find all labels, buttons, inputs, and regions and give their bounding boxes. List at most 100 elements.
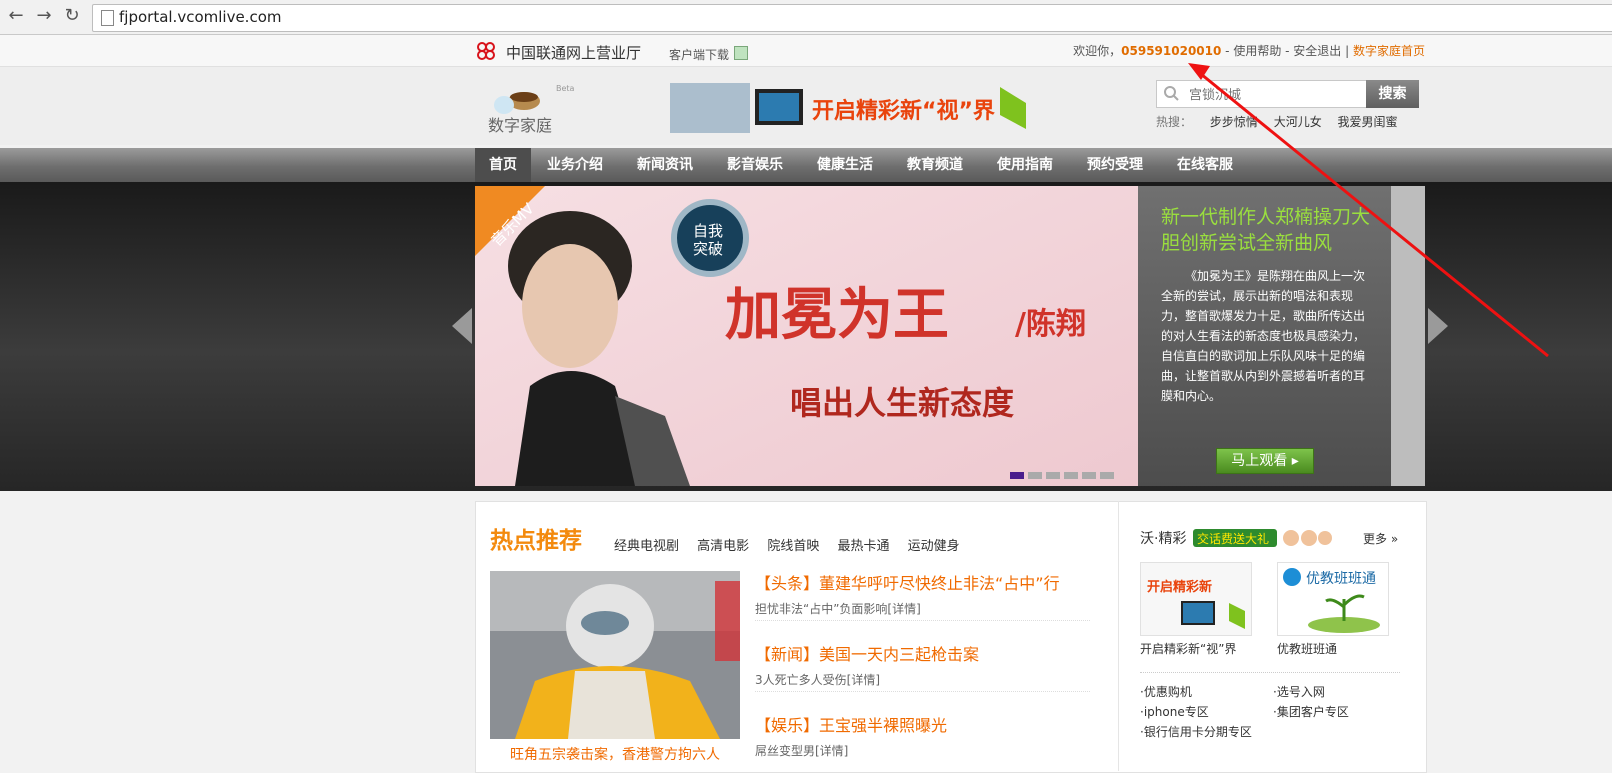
forward-icon[interactable]: →	[34, 6, 54, 26]
user-welcome: 欢迎你，059591020010 - 使用帮助 - 安全退出 | 数字家庭首页	[1073, 42, 1425, 59]
news-summary[interactable]: 3人死亡多人受伤[详情]	[755, 671, 1105, 688]
news-title[interactable]: 【娱乐】王宝强半裸照曝光	[755, 712, 1105, 736]
service-link[interactable]: ·iphone专区	[1140, 702, 1252, 722]
thumb-logo-text: 优教班班通	[1306, 571, 1376, 587]
watch-now-button[interactable]: 马上观看 ▸	[1216, 448, 1314, 474]
top-strip: 中国联通网上营业厅 客户端下载 欢迎你，059591020010 - 使用帮助 …	[0, 35, 1612, 67]
hot-tabs: 经典电视剧 高清电影 院线首映 最热卡通 运动健身	[614, 535, 974, 554]
hot-search: 热搜： 步步惊情 大河儿女 我爱男闺蜜	[1156, 113, 1410, 130]
promo-badge-text: 交话费送大礼	[1197, 531, 1269, 546]
service-links-left: ·优惠购机 ·iphone专区 ·银行信用卡分期专区	[1140, 682, 1252, 742]
digital-home-link[interactable]: 数字家庭首页	[1353, 44, 1425, 58]
nav-item-guide[interactable]: 使用指南	[997, 148, 1053, 182]
svg-text:自我: 自我	[693, 222, 723, 240]
news-summary[interactable]: 担忧非法“占中”负面影响[详情]	[755, 600, 1105, 617]
slide-dot[interactable]	[1064, 472, 1078, 479]
address-bar[interactable]: fjportal.vcomlive.com	[92, 4, 1612, 32]
main-nav: 首页 业务介绍 新闻资讯 影音娱乐 健康生活 教育频道 使用指南 预约受理 在线…	[0, 148, 1612, 182]
nav-item-home[interactable]: 首页	[475, 148, 531, 182]
news-summary[interactable]: 屌丝变型男[详情]	[755, 742, 1105, 759]
nav-item-entertainment[interactable]: 影音娱乐	[727, 148, 783, 182]
nav-item-booking[interactable]: 预约受理	[1087, 148, 1143, 182]
unicom-logo-icon	[477, 42, 495, 60]
nav-item-health[interactable]: 健康生活	[817, 148, 873, 182]
double-chevron-icon: »	[1390, 532, 1399, 546]
news-item: 【娱乐】王宝强半裸照曝光 屌丝变型男[详情]	[755, 712, 1105, 759]
digital-home-logo[interactable]: Beta 数字家庭	[486, 79, 596, 137]
divider	[1140, 672, 1400, 673]
slide-dot[interactable]	[1082, 472, 1096, 479]
hot-keyword[interactable]: 我爱男闺蜜	[1338, 115, 1398, 129]
welcome-label: 欢迎你，	[1073, 44, 1122, 58]
logout-link[interactable]: 安全退出	[1293, 44, 1341, 58]
artist-name: /陈翔	[1015, 307, 1086, 342]
search-button[interactable]: 搜索	[1366, 80, 1419, 108]
more-link[interactable]: 更多 »	[1363, 530, 1398, 547]
slide-indicators	[1010, 472, 1118, 480]
header: Beta 数字家庭 开启精彩新“视”界 搜索 热搜： 步步惊情 大河儿女 我爱男…	[0, 67, 1612, 145]
hot-tab[interactable]: 高清电影	[697, 539, 749, 554]
hot-tab[interactable]: 院线首映	[767, 539, 819, 554]
thumb-caption[interactable]: 优教班班通	[1277, 640, 1337, 657]
separator: -	[1221, 44, 1234, 58]
user-phone: 059591020010	[1121, 44, 1222, 58]
svg-text:突破: 突破	[693, 240, 723, 258]
hot-tab[interactable]: 运动健身	[908, 539, 960, 554]
service-link[interactable]: ·优惠购机	[1140, 682, 1252, 702]
browser-toolbar: ← → ↻ fjportal.vcomlive.com	[0, 0, 1612, 35]
site-name[interactable]: 中国联通网上营业厅	[506, 42, 641, 63]
nav-item-business[interactable]: 业务介绍	[547, 148, 603, 182]
hot-tab[interactable]: 经典电视剧	[614, 539, 679, 554]
search-icon	[1164, 86, 1179, 101]
more-label[interactable]: 更多	[1363, 532, 1387, 546]
url-text[interactable]: fjportal.vcomlive.com	[119, 8, 281, 26]
nav-item-news[interactable]: 新闻资讯	[637, 148, 693, 182]
thumb-image[interactable]: 开启精彩新	[1140, 562, 1252, 636]
banner-ad[interactable]: 开启精彩新“视”界	[660, 75, 1030, 141]
service-link[interactable]: ·选号入网	[1273, 682, 1349, 702]
thumb-image[interactable]: 优教班班通	[1277, 562, 1389, 636]
svg-text:开启精彩新: 开启精彩新	[1147, 579, 1212, 595]
hero-description: 《加冕为王》是陈翔在曲风上一次全新的尝试，展示出新的唱法和表现力，整首歌爆发力十…	[1161, 269, 1366, 403]
nav-item-service[interactable]: 在线客服	[1177, 148, 1233, 182]
hero-headline[interactable]: 新一代制作人郑楠操刀大胆创新尝试全新曲风	[1161, 204, 1376, 256]
service-link[interactable]: ·银行信用卡分期专区	[1140, 722, 1252, 742]
hero-info-panel: 新一代制作人郑楠操刀大胆创新尝试全新曲风 《加冕为王》是陈翔在曲风上一次全新的尝…	[1138, 186, 1391, 486]
hero-slogan: 唱出人生新态度	[790, 384, 1014, 422]
service-link[interactable]: ·集团客户专区	[1273, 702, 1349, 722]
hero-banner-image[interactable]: 音乐MV 自我 突破 加冕为王 /陈翔 唱出人生新态度	[475, 186, 1138, 486]
promo-badge[interactable]: 交话费送大礼	[1193, 527, 1333, 549]
separator: |	[1341, 44, 1353, 58]
news-photo-caption[interactable]: 旺角五宗袭击案，香港警方拘六人	[490, 744, 740, 764]
news-title[interactable]: 【新闻】美国一天内三起枪击案	[755, 641, 1105, 665]
news-item: 【新闻】美国一天内三起枪击案 3人死亡多人受伤[详情]	[755, 641, 1105, 692]
reload-icon[interactable]: ↻	[62, 6, 82, 26]
download-icon[interactable]	[734, 46, 748, 60]
client-download-link[interactable]: 客户端下载	[669, 46, 729, 63]
separator: -	[1281, 44, 1294, 58]
page-icon	[101, 10, 114, 26]
hot-title: 热点推荐	[490, 528, 582, 554]
slide-dot[interactable]	[1046, 472, 1060, 479]
hot-keyword[interactable]: 步步惊情	[1210, 115, 1258, 129]
news-photo[interactable]	[490, 571, 740, 739]
hero-next-preview	[1391, 186, 1425, 486]
divider	[755, 620, 1090, 621]
next-slide-icon[interactable]	[1428, 308, 1448, 344]
back-icon[interactable]: ←	[6, 6, 26, 26]
slide-dot[interactable]	[1028, 472, 1042, 479]
search-box	[1156, 80, 1368, 108]
prev-slide-icon[interactable]	[452, 308, 472, 344]
ad-text: 开启精彩新“视”界	[812, 98, 995, 124]
hot-keyword[interactable]: 大河儿女	[1274, 115, 1322, 129]
slide-dot[interactable]	[1100, 472, 1114, 479]
hot-search-label: 热搜：	[1156, 115, 1193, 129]
nav-item-education[interactable]: 教育频道	[907, 148, 963, 182]
divider	[755, 691, 1090, 692]
hot-tab[interactable]: 最热卡通	[837, 539, 889, 554]
search-input[interactable]	[1187, 83, 1361, 107]
slide-dot[interactable]	[1010, 472, 1024, 479]
help-link[interactable]: 使用帮助	[1233, 44, 1281, 58]
thumb-caption[interactable]: 开启精彩新“视”界	[1140, 640, 1236, 657]
news-title[interactable]: 【头条】董建华呼吁尽快终止非法“占中”行	[755, 570, 1105, 594]
